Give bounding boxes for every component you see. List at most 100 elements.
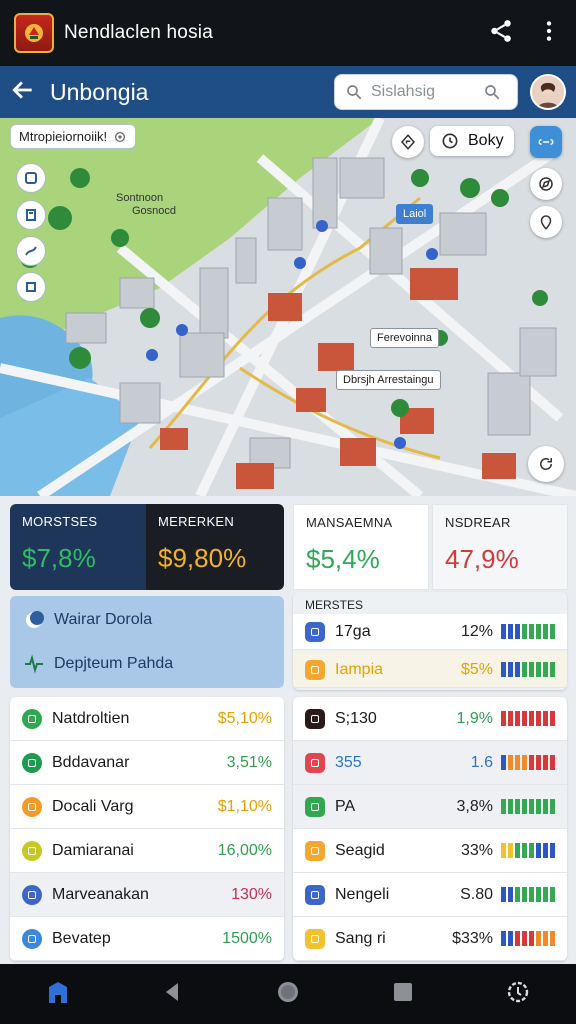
spark-bar-segment — [543, 887, 548, 902]
directions-button[interactable] — [392, 126, 424, 158]
list-item[interactable]: Nengeli S.80 — [293, 873, 567, 917]
transit-button[interactable] — [16, 272, 46, 302]
more-vert-icon[interactable] — [536, 18, 562, 49]
spark-bar-segment — [529, 624, 534, 639]
spark-bar-segment — [550, 843, 555, 858]
list-item[interactable]: S;130 1,9% — [293, 697, 567, 741]
metric-value: $7,8% — [22, 543, 96, 573]
spark-bar-segment — [508, 624, 513, 639]
item-name: Nengeli — [335, 885, 390, 903]
spark-bar-segment — [522, 887, 527, 902]
map-location-label[interactable]: Mtropieiornoiik! — [10, 124, 137, 149]
spark-bar-segment — [550, 755, 555, 770]
link-button[interactable] — [530, 126, 562, 158]
bookmark-button[interactable] — [16, 200, 46, 230]
spark-bar-segment — [536, 887, 541, 902]
moon-icon — [26, 611, 44, 628]
spark-bar-segment — [550, 624, 555, 639]
avatar[interactable] — [530, 74, 566, 110]
location-pin-button[interactable] — [530, 206, 562, 238]
spark-bar-segment — [522, 711, 527, 726]
list-item[interactable]: PA 3,8% — [293, 785, 567, 829]
share-icon[interactable] — [488, 18, 514, 49]
map-filter-pill[interactable]: Boky — [430, 126, 514, 156]
list-item[interactable]: Marveanakan 130% — [10, 873, 284, 917]
spark-bar-segment — [529, 755, 534, 770]
spark-bar-segment — [529, 843, 534, 858]
home-nav-icon[interactable] — [273, 977, 303, 1012]
item-sparkbar — [501, 624, 555, 639]
settings-nav-icon[interactable] — [503, 977, 533, 1012]
list-item[interactable]: 355 1.6 — [293, 741, 567, 785]
item-status-icon — [22, 840, 42, 861]
item-status-icon — [305, 621, 325, 642]
pulse-icon — [25, 654, 43, 674]
refresh-icon — [540, 458, 553, 470]
map-canvas — [0, 118, 576, 496]
item-name: 17ga — [335, 622, 371, 640]
search-box[interactable] — [334, 74, 518, 110]
list-item[interactable]: Iampia $5% — [293, 652, 567, 688]
spark-bar-segment — [508, 711, 513, 726]
item-name: Docali Varg — [52, 797, 134, 815]
compass-button[interactable] — [530, 168, 562, 200]
spark-bar-segment — [550, 799, 555, 814]
metric-card[interactable]: MANSAEMNA $5,4% — [293, 504, 429, 590]
location-pin-icon — [540, 215, 552, 230]
map-tag[interactable]: Laiol — [396, 204, 434, 224]
item-status-icon — [305, 928, 325, 949]
list-item[interactable]: Bevatep 1500% — [10, 917, 284, 961]
item-sparkbar — [501, 755, 555, 770]
item-status-icon — [22, 928, 42, 949]
spark-bar-segment — [522, 624, 527, 639]
spark-bar-segment — [536, 843, 541, 858]
spark-bar-segment — [522, 931, 527, 946]
city-map[interactable]: Mtropieiornoiik! Sontnoon Gosnocd Boky F… — [0, 118, 576, 496]
list-item[interactable]: Natdroltien $5,10% — [10, 697, 284, 741]
spark-bar-segment — [529, 887, 534, 902]
recenter-button[interactable] — [528, 446, 564, 482]
search-input[interactable] — [371, 83, 475, 101]
spark-bar-segment — [536, 662, 541, 677]
back-nav-icon[interactable] — [158, 977, 188, 1012]
route-button[interactable] — [16, 236, 46, 266]
metric-card[interactable]: NSDREAR 47,9% — [432, 504, 568, 590]
item-status-icon — [305, 659, 325, 680]
spark-bar-segment — [550, 662, 555, 677]
metric-card[interactable]: MORSTSES $7,8% — [10, 504, 146, 590]
list-item[interactable]: Sang ri $33% — [293, 917, 567, 961]
spark-bar-segment — [508, 662, 513, 677]
list-item[interactable]: Bddavanar 3,51% — [10, 741, 284, 785]
item-name: Marveanakan — [52, 885, 149, 903]
spark-bar-segment — [543, 799, 548, 814]
list-item[interactable]: 17ga 12% — [293, 614, 567, 650]
info-row-2[interactable]: Depjteum Pahda — [24, 654, 173, 674]
item-value: S.80 — [460, 885, 493, 903]
metric-card[interactable]: MERERKEN $9,80% — [146, 504, 284, 590]
list-item[interactable]: Damiaranai 16,00% — [10, 829, 284, 873]
item-sparkbar — [501, 887, 555, 902]
map-area-label-line2: Gosnocd — [132, 205, 177, 218]
layers-button[interactable] — [16, 163, 46, 193]
list-item[interactable]: Seagid 33% — [293, 829, 567, 873]
item-value: 33% — [460, 841, 493, 859]
info-row-1[interactable]: Wairar Dorola — [24, 610, 152, 630]
item-sparkbar — [501, 799, 555, 814]
list-item[interactable]: Docali Varg $1,10% — [10, 785, 284, 829]
home-app-icon[interactable] — [43, 977, 73, 1012]
metric-label: MANSAEMNA — [306, 515, 393, 530]
spark-bar-segment — [501, 624, 506, 639]
spark-bar-segment — [536, 799, 541, 814]
spark-bar-segment — [536, 711, 541, 726]
location-target-icon — [115, 131, 126, 142]
item-sparkbar — [501, 662, 555, 677]
back-arrow-icon[interactable] — [10, 77, 36, 108]
search-submit-icon[interactable] — [483, 83, 501, 101]
spark-bar-segment — [522, 662, 527, 677]
spark-bar-segment — [536, 931, 541, 946]
map-annotation-1: Ferevoinna — [370, 328, 440, 348]
recents-nav-icon[interactable] — [388, 977, 418, 1012]
item-sparkbar — [501, 711, 555, 726]
metric-label: MORSTSES — [22, 514, 98, 529]
spark-bar-segment — [515, 799, 520, 814]
